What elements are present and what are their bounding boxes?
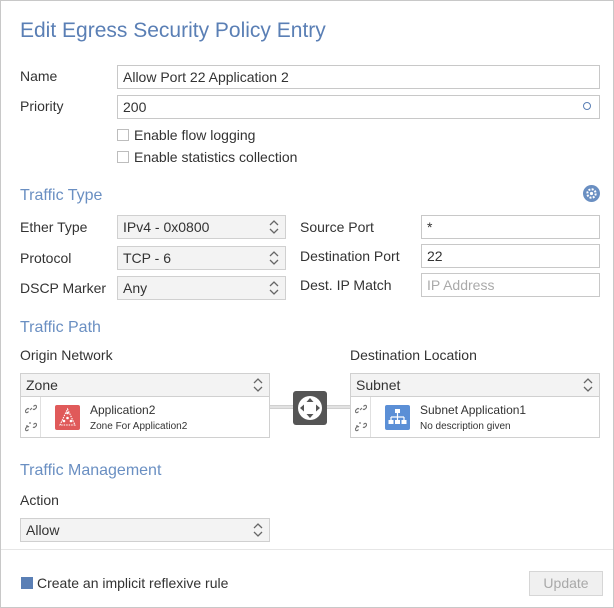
protocol-select[interactable]: TCP - 6	[117, 246, 286, 270]
zone-icon	[55, 405, 80, 430]
ether-type-value: IPv4 - 0x0800	[123, 219, 210, 235]
protocol-label: Protocol	[20, 250, 72, 266]
destination-location-label: Destination Location	[350, 347, 477, 363]
source-port-field[interactable]: *	[421, 215, 600, 239]
destination-type-select[interactable]: Subnet	[350, 373, 600, 397]
dscp-value: Any	[123, 280, 148, 296]
traffic-management-heading: Traffic Management	[20, 462, 162, 479]
gear-icon[interactable]	[583, 185, 600, 202]
unlink-icon[interactable]	[355, 421, 367, 433]
traffic-path-heading: Traffic Path	[20, 319, 101, 336]
statistics-checkbox[interactable]	[117, 151, 129, 163]
origin-network-label: Origin Network	[20, 347, 113, 363]
link-column	[21, 397, 41, 437]
ether-type-select[interactable]: IPv4 - 0x0800	[117, 215, 286, 239]
dest-ip-field[interactable]: IP Address	[421, 273, 600, 297]
origin-card-subtitle: Zone For Application2	[90, 421, 188, 432]
updown-chevron-icon	[269, 281, 279, 295]
dscp-label: DSCP Marker	[20, 280, 107, 296]
updown-chevron-icon	[269, 251, 279, 265]
flow-logging-label: Enable flow logging	[134, 127, 256, 143]
name-field[interactable]: Allow Port 22 Application 2	[117, 65, 600, 89]
router-icon	[293, 391, 327, 425]
unlink-icon[interactable]	[25, 421, 37, 433]
reflexive-rule-label: Create an implicit reflexive rule	[37, 575, 229, 591]
link-column	[351, 397, 371, 437]
update-button[interactable]: Update	[529, 571, 603, 596]
updown-chevron-icon	[253, 378, 263, 392]
priority-field[interactable]: 200	[117, 95, 600, 119]
traffic-type-heading: Traffic Type	[20, 187, 103, 204]
dialog-title: Edit Egress Security Policy Entry	[20, 19, 326, 42]
origin-card-title: Application2	[90, 403, 156, 417]
protocol-value: TCP - 6	[123, 250, 171, 266]
reflexive-rule-checkbox[interactable]	[21, 577, 33, 589]
origin-type-select[interactable]: Zone	[20, 373, 270, 397]
action-label: Action	[20, 492, 59, 508]
action-select[interactable]: Allow	[20, 518, 270, 542]
footer-divider	[1, 549, 613, 550]
statistics-label: Enable statistics collection	[134, 149, 298, 165]
subnet-icon	[385, 405, 410, 430]
ether-type-label: Ether Type	[20, 219, 88, 235]
link-icon[interactable]	[355, 403, 367, 415]
origin-zone-card[interactable]: Application2 Zone For Application2	[20, 396, 270, 438]
name-label: Name	[20, 68, 58, 84]
updown-chevron-icon	[583, 378, 593, 392]
origin-type-value: Zone	[26, 377, 58, 393]
source-port-label: Source Port	[300, 219, 374, 235]
updown-chevron-icon	[253, 523, 263, 537]
link-icon[interactable]	[25, 403, 37, 415]
dest-ip-label: Dest. IP Match	[300, 277, 392, 293]
edit-egress-policy-dialog: Edit Egress Security Policy Entry Name A…	[0, 0, 614, 608]
destination-card-title: Subnet Application1	[420, 403, 527, 417]
priority-label: Priority	[20, 98, 64, 114]
action-value: Allow	[26, 522, 60, 538]
spinner-icon[interactable]	[583, 102, 591, 110]
destination-type-value: Subnet	[356, 377, 401, 393]
destination-port-field[interactable]: 22	[421, 244, 600, 268]
destination-subnet-card[interactable]: Subnet Application1 No description given	[350, 396, 600, 438]
updown-chevron-icon	[269, 220, 279, 234]
dscp-select[interactable]: Any	[117, 276, 286, 300]
priority-value: 200	[123, 99, 147, 115]
destination-port-label: Destination Port	[300, 248, 400, 264]
destination-card-subtitle: No description given	[420, 421, 511, 432]
flow-logging-checkbox[interactable]	[117, 129, 129, 141]
